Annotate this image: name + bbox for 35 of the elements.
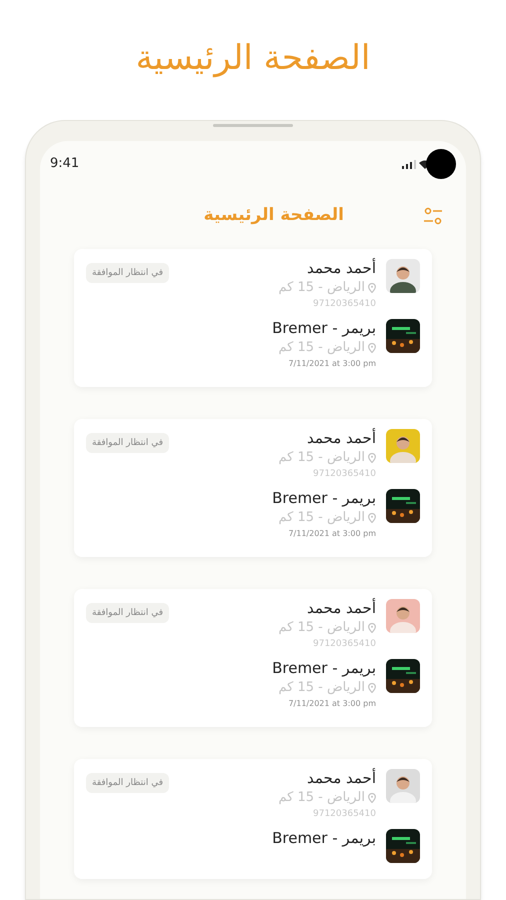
restaurant-location: الرياض - 15 كم [278, 679, 365, 697]
visit-date: 7/11/2021 at 3:00 pm [287, 528, 376, 540]
location-pin-icon [368, 283, 376, 293]
screen-title: الصفحة الرئيسية [204, 204, 344, 228]
restaurant-name: بريمر - Bremer [272, 829, 376, 847]
status-badge: في انتظار الموافقة [86, 603, 169, 623]
location-pin-icon [368, 453, 376, 463]
restaurant-location: الرياض - 15 كم [278, 509, 365, 527]
location-pin-icon [368, 683, 376, 693]
status-badge: في انتظار الموافقة [86, 263, 169, 283]
customer-name: أحمد محمد [306, 769, 376, 787]
signal-icon [402, 160, 416, 168]
customer-location: الرياض - 15 كم [278, 789, 365, 807]
customer-name: أحمد محمد [306, 429, 376, 447]
restaurant-name: بريمر - Bremer [272, 319, 376, 337]
restaurant-location: الرياض - 15 كم [278, 339, 365, 357]
filter-icon [422, 205, 444, 227]
visit-date: 7/11/2021 at 3:00 pm [287, 358, 376, 370]
customer-location: الرياض - 15 كم [278, 619, 365, 637]
restaurant-name: بريمر - Bremer [272, 489, 376, 507]
customer-name: أحمد محمد [306, 259, 376, 277]
location-pin-icon [368, 343, 376, 353]
location-pin-icon [368, 793, 376, 803]
page-title: الصفحة الرئيسية [136, 37, 370, 80]
customer-location: الرياض - 15 كم [278, 449, 365, 467]
visit-date: 7/11/2021 at 3:00 pm [287, 698, 376, 710]
restaurant-name: بريمر - Bremer [272, 659, 376, 677]
location-pin-icon [368, 623, 376, 633]
customer-name: أحمد محمد [306, 599, 376, 617]
camera-icon [426, 149, 456, 179]
status-badge: في انتظار الموافقة [86, 433, 169, 453]
status-time: 9:41 [50, 155, 80, 174]
location-pin-icon [368, 513, 376, 523]
customer-location: الرياض - 15 كم [278, 279, 365, 297]
status-badge: في انتظار الموافقة [86, 773, 169, 793]
